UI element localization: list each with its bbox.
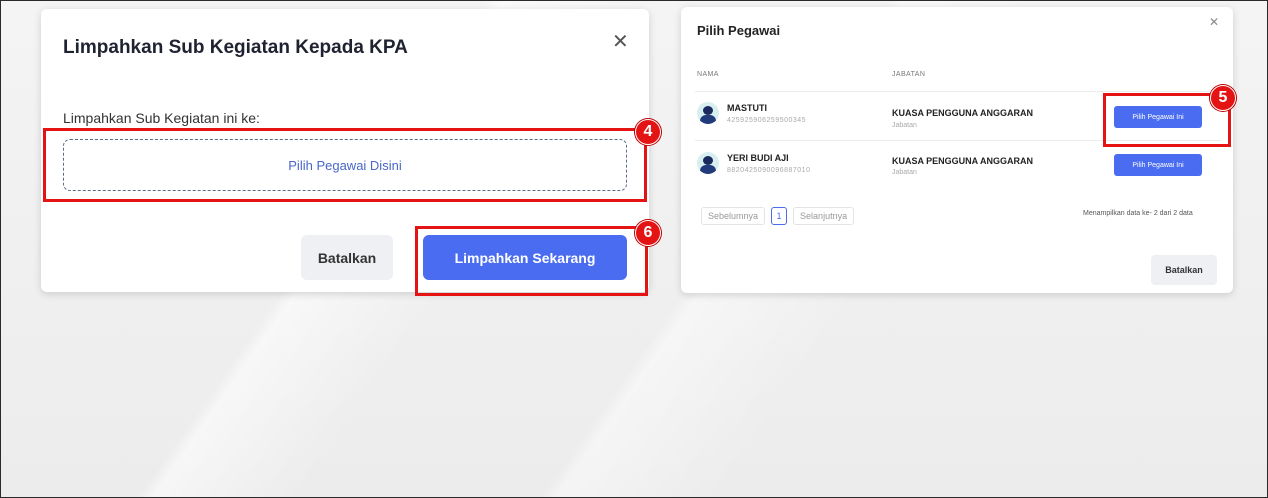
step-badge-6: 6 (635, 220, 661, 246)
close-icon[interactable]: ✕ (1209, 15, 1219, 29)
avatar (697, 102, 719, 124)
column-header-nama: NAMA (697, 71, 719, 78)
divider (695, 91, 1221, 92)
field-label: Limpahkan Sub Kegiatan ini ke: (63, 110, 260, 126)
select-employee-dialog: Pilih Pegawai ✕ NAMA JABATAN MASTUTI 425… (681, 7, 1233, 293)
highlight-box-6 (415, 226, 648, 296)
screenshot-frame: Limpahkan Sub Kegiatan Kepada KPA ✕ Limp… (0, 0, 1268, 498)
position-sublabel: Jabatan (892, 169, 917, 176)
select-employee-button[interactable]: Pilih Pegawai Ini (1114, 154, 1202, 176)
highlight-box-4 (43, 128, 647, 202)
step-badge-4: 4 (635, 119, 661, 145)
cancel-button[interactable]: Batalkan (1151, 255, 1217, 285)
dialog-title: Pilih Pegawai (697, 23, 781, 38)
employee-position: KUASA PENGGUNA ANGGARAN (892, 108, 1034, 118)
close-icon[interactable]: ✕ (612, 29, 629, 54)
step-badge-5: 5 (1210, 85, 1236, 111)
avatar (697, 152, 719, 174)
cancel-button[interactable]: Batalkan (301, 235, 393, 280)
pagination: Sebelumnya 1 Selanjutnya (701, 205, 855, 227)
pagination-info: Menampilkan data ke- 2 dari 2 data (1083, 210, 1193, 217)
column-header-jabatan: JABATAN (892, 71, 926, 78)
employee-nip: 8820425090096887010 (727, 167, 811, 174)
employee-name: YERI BUDI AJI (727, 153, 789, 163)
position-sublabel: Jabatan (892, 122, 917, 129)
page-number[interactable]: 1 (771, 207, 788, 225)
employee-position: KUASA PENGGUNA ANGGARAN (892, 156, 1034, 166)
employee-name: MASTUTI (727, 103, 767, 113)
prev-page-button[interactable]: Sebelumnya (701, 207, 766, 225)
employee-nip: 425925906259500345 (727, 117, 807, 124)
next-page-button[interactable]: Selanjutnya (793, 207, 855, 225)
dialog-title: Limpahkan Sub Kegiatan Kepada KPA (63, 37, 408, 58)
